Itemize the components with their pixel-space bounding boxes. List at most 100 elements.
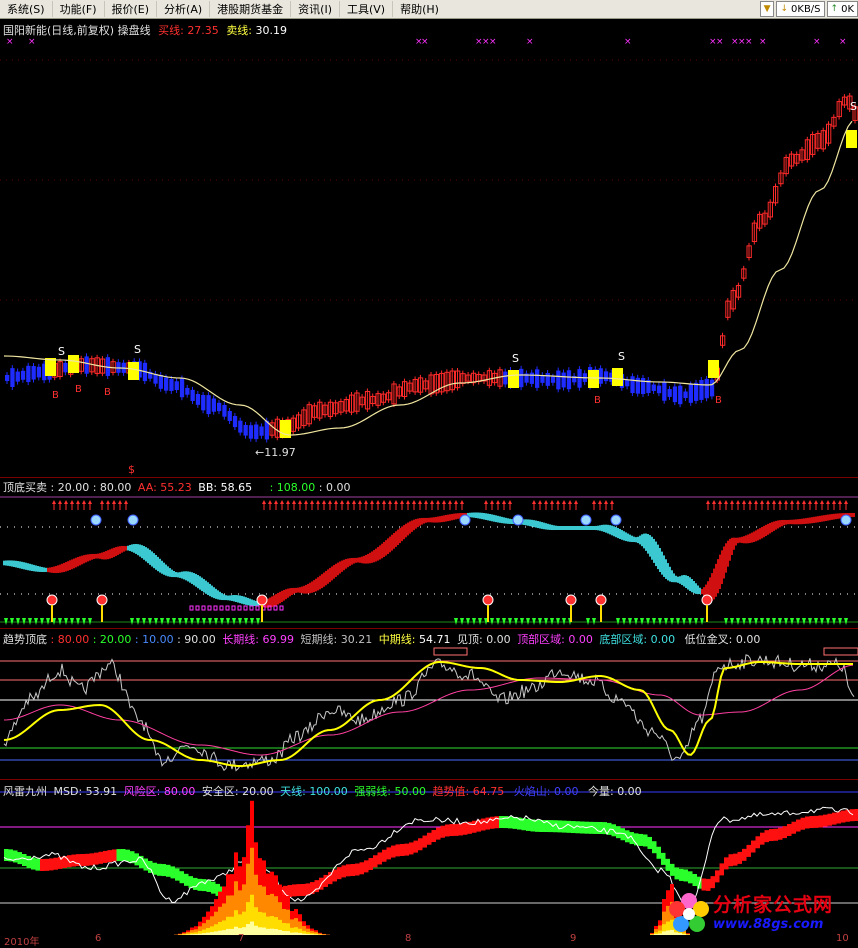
buy-line-label: 买线: — [158, 24, 184, 37]
aa-value: 55.23 — [160, 481, 192, 494]
step-bar — [112, 849, 117, 861]
step-bar — [814, 816, 819, 828]
candle-down — [5, 375, 9, 381]
step-bar — [724, 857, 729, 869]
candle-down — [37, 367, 41, 378]
candle-down — [222, 405, 226, 417]
fire-bar — [210, 932, 214, 935]
fire-bar — [246, 924, 250, 935]
magenta-box — [226, 606, 229, 610]
step-bar — [783, 826, 788, 838]
step-bar — [567, 821, 572, 833]
signal-box — [708, 360, 719, 378]
signal-box — [846, 130, 857, 148]
s-marker: S — [512, 352, 519, 365]
up-arrow-icon — [262, 500, 266, 504]
step-bar — [414, 841, 419, 853]
candle-down — [599, 368, 603, 384]
step-bar — [693, 874, 698, 886]
up-arrow-icon — [610, 500, 614, 504]
candle-down — [705, 379, 709, 398]
step-bar — [796, 820, 801, 832]
top-zone-value: 0.00 — [568, 633, 593, 646]
candle-down — [625, 380, 629, 387]
candle-down — [503, 372, 507, 385]
bottom-zone-value: 0.00 — [651, 633, 676, 646]
up-arrow-icon — [490, 500, 494, 504]
step-bar — [589, 822, 594, 834]
step-bar — [729, 854, 734, 866]
fire-label: 火焰山: — [514, 785, 551, 798]
candle-down — [641, 378, 645, 394]
up-arrow-icon — [298, 500, 302, 504]
step-bar — [787, 824, 792, 836]
step-bar — [351, 864, 356, 876]
candle-down — [652, 385, 656, 391]
fire-value: 0.00 — [554, 785, 579, 798]
top-zone-box — [824, 648, 858, 655]
step-bar — [427, 833, 432, 845]
candle-down — [254, 425, 258, 440]
fire-bar — [190, 934, 194, 935]
step-bar — [405, 844, 410, 856]
up-arrow-icon — [574, 500, 578, 504]
signal-box — [68, 355, 79, 373]
blue-ball-icon — [611, 515, 621, 525]
candle-down — [604, 371, 608, 381]
signal-box — [588, 370, 599, 388]
fire-bar — [282, 931, 286, 935]
step-bar — [418, 838, 423, 850]
step-bar — [297, 884, 302, 896]
up-arrow-icon — [382, 500, 386, 504]
up-arrow-icon — [718, 500, 722, 504]
bottom-zone-label: 底部区域: — [599, 633, 647, 646]
s-marker: S — [58, 345, 65, 358]
step-bar — [301, 884, 306, 896]
up-arrow-icon — [766, 500, 770, 504]
step-bar — [715, 870, 720, 882]
step-bar — [432, 830, 437, 842]
up-arrow-icon — [802, 500, 806, 504]
msd-label: MSD: — [54, 785, 83, 798]
mid-term-line — [4, 662, 853, 766]
step-bar — [558, 820, 563, 832]
up-arrow-icon — [844, 500, 848, 504]
up-arrow-icon — [70, 500, 74, 504]
x-marker: × — [745, 37, 753, 47]
panel2-v1: : 20.00 — [51, 481, 90, 494]
fire-bar — [302, 934, 306, 935]
magenta-box — [274, 606, 277, 610]
fire-bar — [222, 930, 226, 935]
candle-down — [657, 386, 661, 394]
xaxis-month-8: 8 — [405, 933, 411, 944]
step-bar — [643, 834, 648, 846]
step-bar — [459, 823, 464, 835]
volume-label: 今量: — [588, 785, 614, 798]
blue-ball-icon — [91, 515, 101, 525]
candle-down — [540, 375, 544, 383]
signal-box — [45, 358, 56, 376]
candle-down — [233, 416, 237, 427]
blue-ball-icon — [513, 515, 523, 525]
up-arrow-icon — [328, 500, 332, 504]
top-value: 0.00 — [486, 633, 511, 646]
sky-label: 天线: — [280, 785, 306, 798]
step-bar — [40, 859, 45, 871]
bb-value: 58.65 — [221, 481, 253, 494]
up-arrow-icon — [292, 500, 296, 504]
red-ball-icon — [47, 595, 57, 605]
up-arrow-icon — [796, 500, 800, 504]
fire-bar — [270, 929, 274, 935]
x-marker: × — [6, 37, 14, 47]
step-bar — [202, 879, 207, 891]
up-arrow-icon — [304, 500, 308, 504]
step-bar — [162, 864, 167, 876]
step-bar — [535, 820, 540, 832]
step-bar — [423, 836, 428, 848]
step-bar — [396, 844, 401, 856]
candle-down — [244, 425, 248, 436]
step-bar — [598, 822, 603, 834]
step-bar — [36, 859, 41, 871]
magenta-box — [202, 606, 205, 610]
up-arrow-icon — [286, 500, 290, 504]
